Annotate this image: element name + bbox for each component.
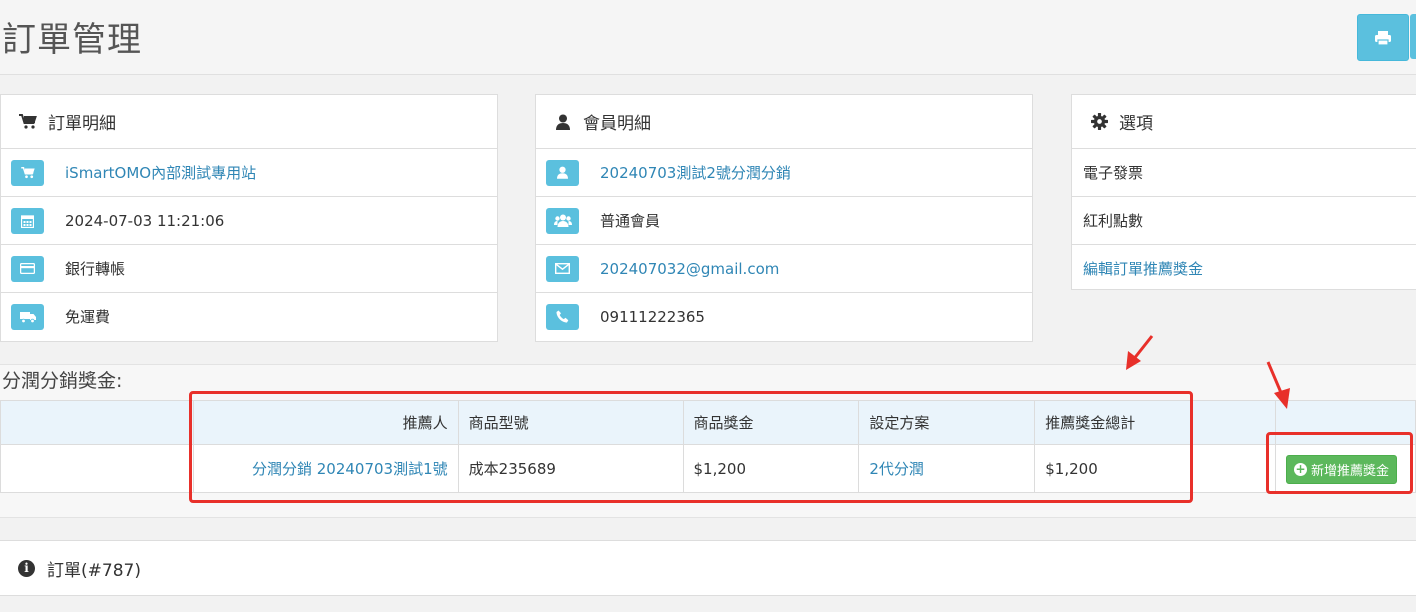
arrow-icon	[1266, 361, 1290, 409]
annotation-arrows	[1126, 335, 1290, 409]
arrow-icon	[1126, 335, 1154, 370]
